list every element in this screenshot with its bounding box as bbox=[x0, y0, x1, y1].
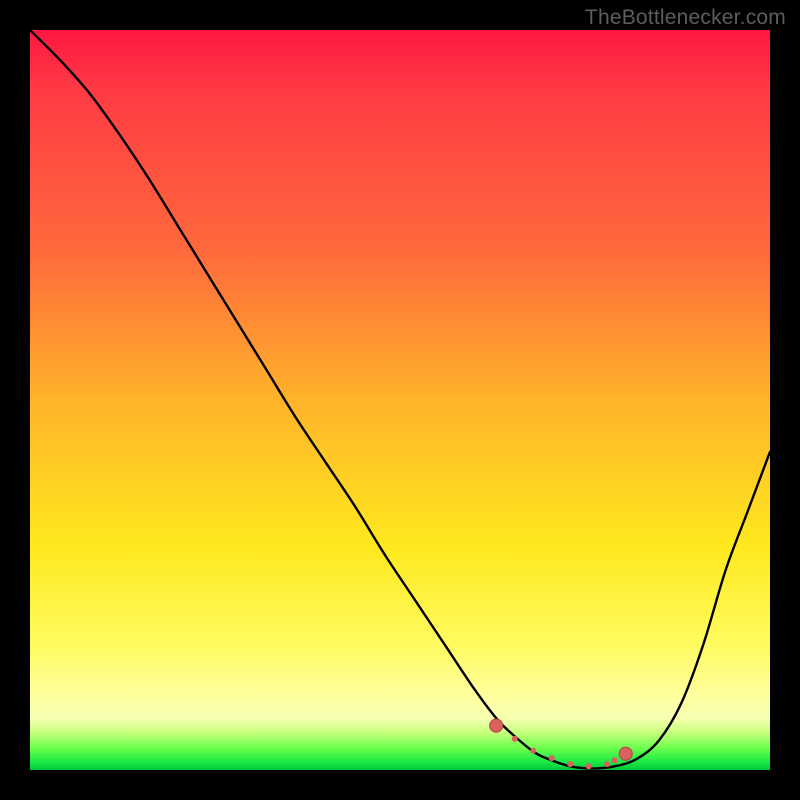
watermark-text: TheBottlenecker.com bbox=[585, 6, 786, 30]
chart-frame: TheBottlenecker.com bbox=[0, 0, 800, 800]
curve-layer bbox=[30, 30, 770, 770]
marker-dot bbox=[512, 736, 518, 742]
marker-group bbox=[490, 719, 633, 769]
marker-dot bbox=[586, 763, 592, 769]
marker-dot bbox=[490, 719, 503, 732]
bottleneck-curve bbox=[30, 30, 770, 769]
marker-dot bbox=[530, 748, 536, 754]
marker-dot bbox=[567, 761, 573, 767]
marker-dot bbox=[604, 761, 610, 767]
marker-dot bbox=[619, 747, 632, 760]
marker-dot bbox=[612, 757, 618, 763]
plot-area bbox=[30, 30, 770, 770]
marker-dot bbox=[549, 755, 555, 761]
